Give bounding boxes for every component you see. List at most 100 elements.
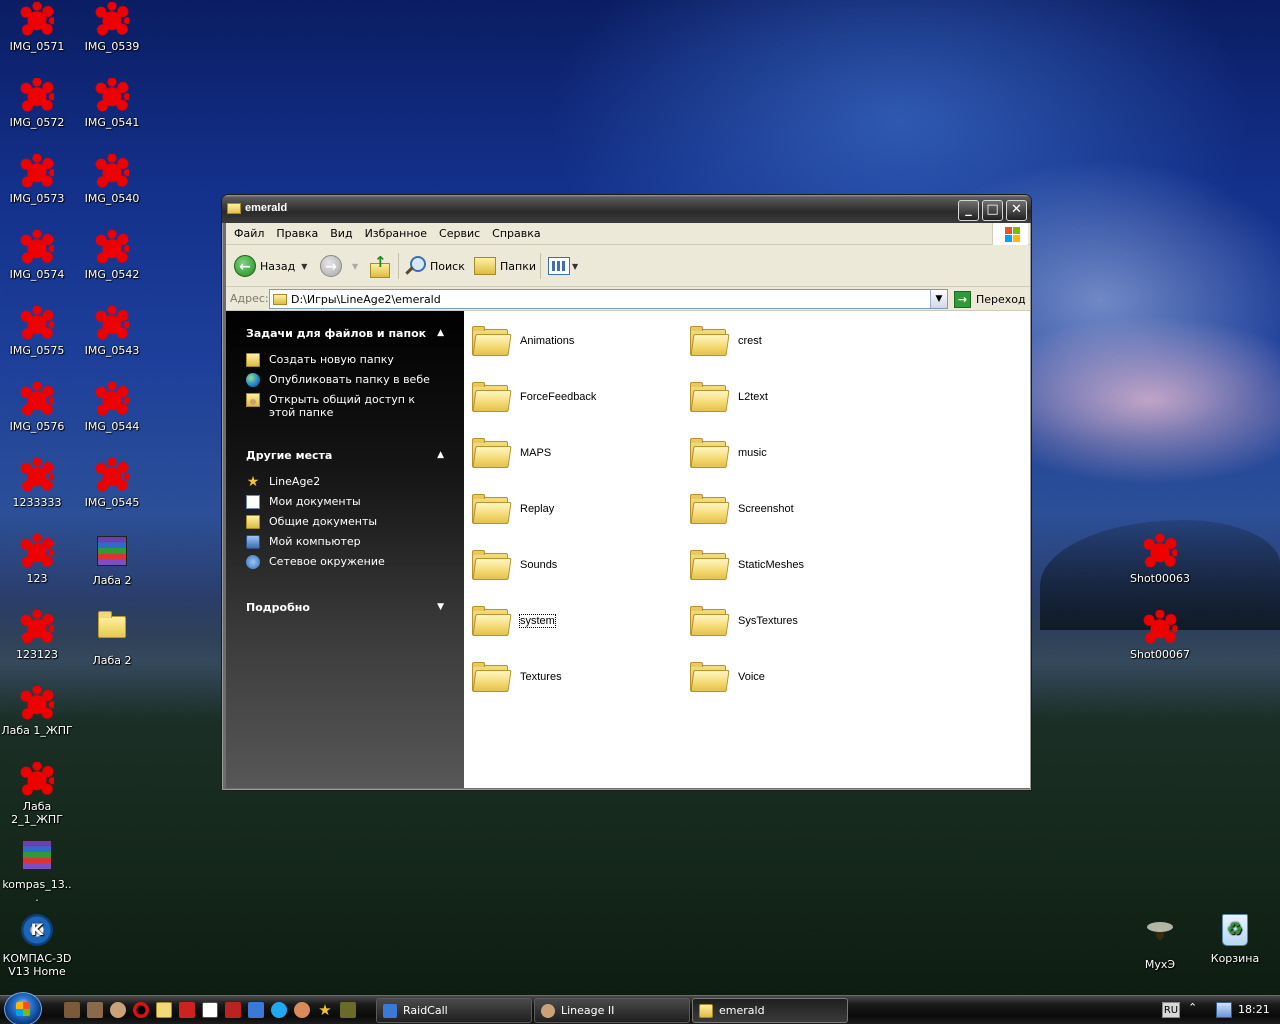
clock[interactable]: 18:21 [1238,1003,1270,1016]
tray-app-icon[interactable] [1216,1002,1232,1018]
views-button[interactable]: ▼ [548,251,578,281]
folder-item[interactable]: MAPS [472,431,672,475]
desktop-icon[interactable]: IMG_0540 [74,154,150,205]
quicklaunch-book-icon[interactable] [87,1002,103,1018]
place-lineage2[interactable]: ★ LineAge2 [246,475,446,489]
folders-button[interactable]: Папки [474,251,536,281]
folder-item[interactable]: Sounds [472,543,672,587]
folder-item[interactable]: StaticMeshes [690,543,890,587]
folder-item[interactable]: SysTextures [690,599,890,643]
search-button[interactable]: Поиск [404,251,465,281]
desktop-icon[interactable]: 123123 [0,610,75,661]
desktop-icon[interactable]: IMG_0576 [0,382,75,433]
menu-help[interactable]: Справка [486,223,546,245]
desktop-icon[interactable]: Shot00067 [1122,610,1198,661]
chevron-down-icon[interactable]: ▼ [301,262,307,271]
desktop-icon[interactable]: МухЭ [1122,914,1198,971]
task-lineage2[interactable]: Lineage II [534,998,690,1023]
share-folder-icon [246,393,260,407]
quicklaunch-game-icon[interactable] [340,1002,356,1018]
folder-icon[interactable] [156,1002,172,1018]
desktop-icon[interactable]: ♻ Корзина [1197,914,1273,965]
desktop-icon[interactable]: Shot00063 [1122,534,1198,585]
expand-icon[interactable]: ▼ [437,602,444,612]
collapse-icon[interactable]: ▲ [437,450,444,460]
raidcall-icon[interactable] [248,1002,264,1018]
quicklaunch-app-icon[interactable] [179,1002,195,1018]
opera-icon[interactable] [133,1002,149,1018]
quicklaunch-game-icon[interactable] [225,1002,241,1018]
desktop-icon[interactable]: IMG_0573 [0,154,75,205]
desktop-icon[interactable]: IMG_0545 [74,458,150,509]
desktop-icon[interactable]: IMG_0571 [0,2,75,53]
skype-icon[interactable] [271,1002,287,1018]
forward-button[interactable]: → ▼ [320,251,358,281]
collapse-icon[interactable]: ▲ [437,328,444,338]
desktop-icon[interactable]: Лаба 2 [74,610,150,667]
folder-item[interactable]: crest [690,319,890,363]
desktop-icon[interactable]: Лаба 2 [74,534,150,587]
desktop-icon[interactable]: IMG_0544 [74,382,150,433]
quicklaunch-avatar-icon[interactable] [110,1002,126,1018]
start-button[interactable] [4,992,42,1024]
minimize-button[interactable]: _ [958,200,979,221]
back-label: Назад [260,259,296,273]
desktop-icon[interactable]: 123 [0,534,75,585]
menu-favorites[interactable]: Избранное [359,223,433,245]
desktop-icon[interactable]: kompas_13... [0,838,75,904]
folder-item[interactable]: system [472,599,672,643]
folder-item[interactable]: Animations [472,319,672,363]
file-tasks-header[interactable]: Задачи для файлов и папок [246,327,426,340]
task-publish-web[interactable]: Опубликовать папку в вебе [246,373,446,387]
place-network[interactable]: Сетевое окружение [246,555,446,569]
folder-content-view[interactable]: Animations crest ForceFeedback L2text MAPS mu… [464,311,1030,788]
desktop-icon[interactable]: IMG_0574 [0,230,75,281]
task-emerald[interactable]: emerald [692,998,848,1023]
menu-file[interactable]: Файл [228,223,270,245]
quicklaunch-app-icon[interactable] [294,1002,310,1018]
desktop-icon[interactable]: IMG_0541 [74,78,150,129]
language-indicator[interactable]: RU [1162,1002,1180,1018]
up-button[interactable] [368,251,390,281]
menu-view[interactable]: Вид [324,223,358,245]
desktop-icon[interactable]: IMG_0543 [74,306,150,357]
desktop-icon[interactable]: Лаба 1_ЖПГ [0,686,75,737]
task-raidcall[interactable]: RaidCall [376,998,532,1023]
folder-item[interactable]: Voice [690,655,890,699]
details-header[interactable]: Подробно [246,601,310,614]
desktop-icon[interactable]: Лаба 2_1_ЖПГ [0,762,75,826]
folder-item[interactable]: Screenshot [690,487,890,531]
desktop-icon[interactable]: IMG_0542 [74,230,150,281]
place-my-documents[interactable]: Мои документы [246,495,446,509]
folder-item[interactable]: Textures [472,655,672,699]
maximize-button[interactable]: □ [982,200,1003,221]
other-places-header[interactable]: Другие места [246,449,332,462]
folder-item[interactable]: music [690,431,890,475]
desktop-icon[interactable]: K КОМПАС-3D V13 Home [0,914,75,978]
place-shared-documents[interactable]: Общие документы [246,515,446,529]
quicklaunch-book-icon[interactable] [64,1002,80,1018]
folder-item[interactable]: ForceFeedback [472,375,672,419]
go-button[interactable]: → Переход [954,289,1026,309]
menu-tools[interactable]: Сервис [433,223,486,245]
chevron-down-icon[interactable]: ▼ [930,290,947,308]
desktop-icon[interactable]: IMG_0539 [74,2,150,53]
menu-edit[interactable]: Правка [270,223,324,245]
chevron-down-icon[interactable]: ▼ [352,262,358,271]
quicklaunch-app-icon[interactable] [202,1002,218,1018]
title-bar[interactable]: emerald _ □ ✕ [222,195,1031,223]
address-input[interactable]: D:\Игры\LineAge2\emerald ▼ [269,289,948,309]
desktop-icon[interactable]: 1233333 [0,458,75,509]
task-share-folder[interactable]: Открыть общий доступ к этой папке [246,393,416,419]
star-icon[interactable]: ★ [317,1002,333,1018]
desktop-icon[interactable]: IMG_0572 [0,78,75,129]
folder-item[interactable]: L2text [690,375,890,419]
explorer-window[interactable]: emerald _ □ ✕ Файл Правка Вид Избранное Серв… [221,194,1032,791]
chevron-up-icon[interactable]: ⌃ [1188,1001,1197,1014]
task-new-folder[interactable]: Создать новую папку [246,353,446,367]
back-button[interactable]: ← Назад ▼ [234,251,307,281]
folder-item[interactable]: Replay [472,487,672,531]
place-my-computer[interactable]: Мой компьютер [246,535,446,549]
close-button[interactable]: ✕ [1006,200,1027,221]
desktop-icon[interactable]: IMG_0575 [0,306,75,357]
